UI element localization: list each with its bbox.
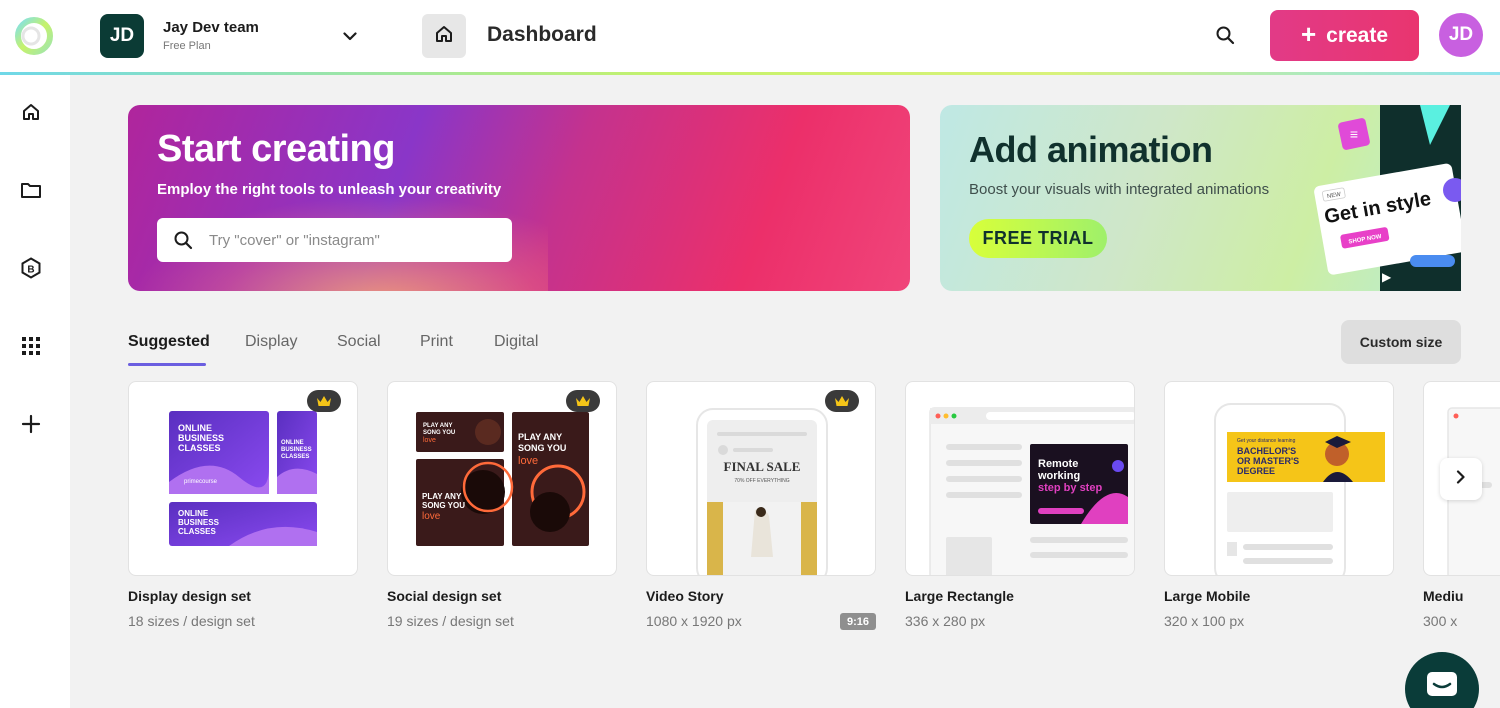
card-title[interactable]: Display design set	[128, 588, 251, 604]
svg-text:ONLINE: ONLINE	[178, 509, 209, 518]
search-icon	[1215, 25, 1235, 50]
card-subtitle: 300 x	[1423, 613, 1458, 629]
svg-text:CLASSES: CLASSES	[281, 454, 309, 460]
svg-text:PLAY ANY: PLAY ANY	[518, 432, 562, 442]
create-button-label: create	[1326, 23, 1389, 47]
svg-text:FINAL SALE: FINAL SALE	[724, 459, 801, 474]
plus-icon: +	[1300, 19, 1317, 49]
team-avatar[interactable]: JD	[100, 14, 144, 58]
card-subtitle: 19 sizes / design set	[387, 613, 514, 629]
sidebar-item-apps[interactable]	[15, 332, 47, 364]
card-title[interactable]: Large Mobile	[1164, 588, 1250, 604]
svg-text:DEGREE: DEGREE	[1237, 466, 1275, 476]
folder-icon	[20, 180, 42, 205]
svg-text:PLAY ANY: PLAY ANY	[423, 423, 452, 429]
template-card-large-rectangle[interactable]: Remote working step by step	[905, 381, 1135, 576]
template-search-input[interactable]	[209, 231, 499, 249]
app-logo-icon[interactable]	[14, 14, 56, 58]
home-icon	[434, 24, 454, 49]
svg-text:BUSINESS: BUSINESS	[281, 447, 312, 453]
card-subtitle: 336 x 280 px	[905, 613, 986, 629]
svg-text:ONLINE: ONLINE	[281, 440, 304, 446]
svg-text:step by step: step by step	[1038, 482, 1102, 494]
svg-text:CLASSES: CLASSES	[178, 527, 216, 536]
grid-icon	[22, 336, 40, 360]
promo-title: Add animation	[969, 129, 1213, 170]
home-button[interactable]	[422, 14, 466, 58]
svg-text:working: working	[1037, 470, 1080, 482]
promo-artwork: ≡ NEW Get in style SHOP NOW ▶	[1310, 105, 1467, 291]
search-icon	[173, 230, 193, 250]
svg-text:primecourse: primecourse	[184, 479, 218, 485]
svg-text:BUSINESS: BUSINESS	[178, 518, 220, 527]
card-title[interactable]: Video Story	[646, 588, 724, 604]
tab-print[interactable]: Print	[420, 333, 453, 351]
promo-subtitle: Boost your visuals with integrated anima…	[969, 181, 1270, 198]
svg-text:B: B	[27, 264, 34, 275]
svg-text:BACHELOR'S: BACHELOR'S	[1237, 446, 1296, 456]
svg-text:Get your distance learning: Get your distance learning	[1237, 438, 1296, 444]
chevron-right-icon	[1456, 469, 1466, 489]
svg-text:Remote: Remote	[1038, 458, 1078, 470]
premium-crown-icon	[566, 390, 600, 412]
user-avatar[interactable]: JD	[1439, 13, 1483, 57]
card-title[interactable]: Large Rectangle	[905, 588, 1014, 604]
svg-text:love: love	[423, 437, 436, 444]
plus-icon	[21, 414, 41, 439]
svg-text:love: love	[422, 511, 441, 522]
tab-social[interactable]: Social	[337, 333, 381, 351]
create-button[interactable]: + create	[1270, 10, 1419, 61]
chevron-down-icon[interactable]	[338, 24, 362, 48]
card-subtitle: 1080 x 1920 px	[646, 613, 742, 629]
card-subtitle: 18 sizes / design set	[128, 613, 255, 629]
premium-crown-icon	[825, 390, 859, 412]
svg-text:SONG YOU: SONG YOU	[518, 443, 566, 453]
home-icon	[21, 102, 41, 127]
premium-crown-icon	[307, 390, 341, 412]
tab-display[interactable]: Display	[245, 333, 297, 351]
svg-text:≡: ≡	[1350, 126, 1358, 142]
hero-title: Start creating	[157, 128, 395, 170]
sidebar-item-brand[interactable]: B	[15, 254, 47, 286]
custom-size-button[interactable]: Custom size	[1341, 320, 1461, 364]
card-title[interactable]: Social design set	[387, 588, 501, 604]
svg-text:SONG YOU: SONG YOU	[423, 430, 455, 436]
search-button[interactable]	[1210, 22, 1240, 52]
svg-text:▶: ▶	[1382, 270, 1392, 284]
brand-kit-icon: B	[20, 256, 42, 284]
team-plan: Free Plan	[163, 40, 211, 52]
card-subtitle: 320 x 100 px	[1164, 613, 1245, 629]
large-mobile-thumbnail: Get your distance learning BACHELOR'S OR…	[1214, 403, 1385, 575]
tab-digital[interactable]: Digital	[494, 333, 538, 351]
tab-suggested[interactable]: Suggested	[128, 333, 210, 351]
aspect-ratio-badge: 9:16	[840, 613, 876, 630]
large-rectangle-thumbnail: Remote working step by step	[929, 407, 1134, 575]
hero-subtitle: Employ the right tools to unleash your c…	[157, 181, 502, 198]
chat-icon	[1425, 670, 1459, 705]
svg-text:70% OFF EVERYTHING: 70% OFF EVERYTHING	[734, 478, 789, 484]
carousel-next-button[interactable]	[1440, 458, 1482, 500]
active-tab-indicator	[128, 363, 206, 366]
svg-text:love: love	[518, 455, 538, 467]
hero-search-box[interactable]	[157, 218, 512, 262]
team-name[interactable]: Jay Dev team	[163, 19, 259, 36]
sidebar-item-projects[interactable]	[15, 176, 47, 208]
svg-text:OR MASTER'S: OR MASTER'S	[1237, 456, 1299, 466]
card-title[interactable]: Mediu	[1423, 588, 1500, 604]
sidebar	[0, 75, 70, 708]
sidebar-item-add[interactable]	[15, 410, 47, 442]
page-title: Dashboard	[487, 23, 597, 46]
template-card-large-mobile[interactable]: Get your distance learning BACHELOR'S OR…	[1164, 381, 1394, 576]
sidebar-item-home[interactable]	[15, 98, 47, 130]
svg-text:ONLINE: ONLINE	[178, 423, 212, 433]
svg-text:CLASSES: CLASSES	[178, 443, 221, 453]
free-trial-button[interactable]: FREE TRIAL	[969, 219, 1107, 258]
svg-text:BUSINESS: BUSINESS	[178, 433, 224, 443]
svg-text:SONG YOU: SONG YOU	[422, 501, 465, 510]
svg-text:PLAY ANY: PLAY ANY	[422, 492, 462, 501]
